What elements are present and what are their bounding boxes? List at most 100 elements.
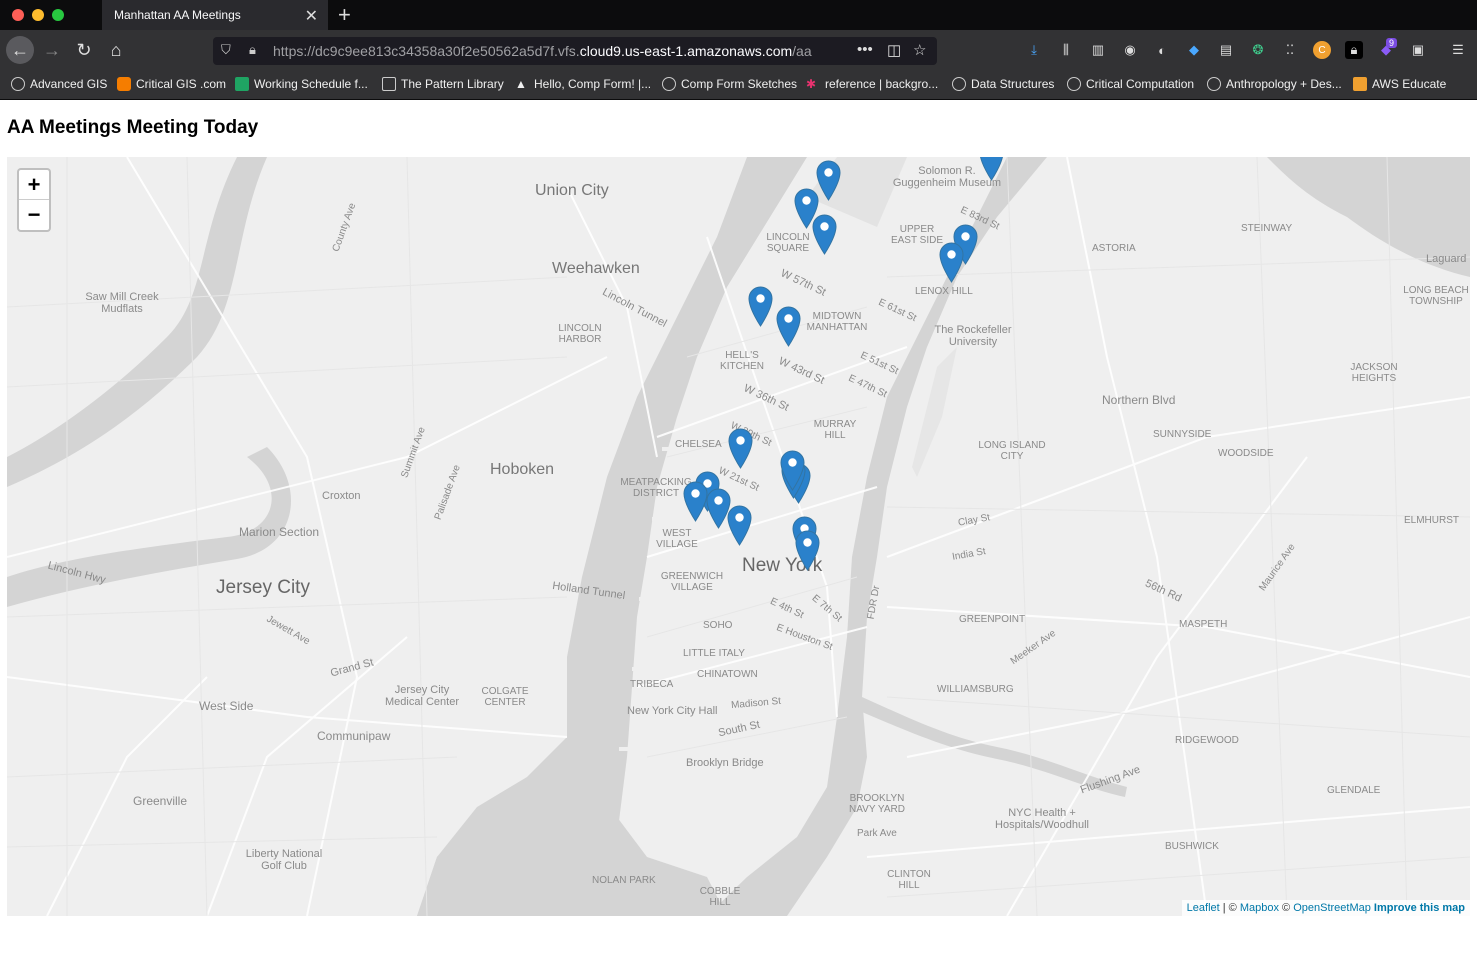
meeting-marker[interactable] — [795, 530, 820, 571]
bookmark-item[interactable]: ✱ reference | backgro... — [806, 77, 938, 91]
bookmark-item[interactable]: Anthropology + Des... — [1207, 77, 1342, 91]
bookmark-item[interactable]: ▲ Hello, Comp Form! |... — [515, 77, 651, 91]
mapbox-link[interactable]: Mapbox — [1240, 902, 1279, 914]
page-actions-icon[interactable]: ••• — [857, 41, 873, 58]
dots-extension-icon[interactable]: ⁚⁚ — [1281, 41, 1299, 59]
map-pin-icon — [728, 428, 753, 469]
map-pin-icon — [816, 160, 841, 201]
lock-extension-icon[interactable]: 🔒︎ — [1345, 41, 1363, 59]
image-extension-icon[interactable]: ▣ — [1409, 41, 1427, 59]
meeting-marker[interactable] — [776, 306, 801, 347]
map-container[interactable]: Union City Weehawken Hoboken Jersey City… — [7, 157, 1470, 916]
green-extension-icon[interactable]: ❂ — [1249, 41, 1267, 59]
triangle-icon: ▲ — [515, 77, 527, 91]
zoom-in-button[interactable]: + — [19, 170, 49, 200]
map-label: MEATPACKING DISTRICT — [620, 477, 692, 499]
active-tab[interactable]: Manhattan AA Meetings ✕ — [102, 0, 328, 30]
address-bar[interactable]: ⛉ 🔒︎ https://dc9c9ee813c34358a30f2e50562… — [213, 37, 937, 65]
map-label: Northern Blvd — [1102, 393, 1176, 407]
map-label: Liberty National Golf Club — [245, 848, 323, 872]
map-label: STEINWAY — [1241, 223, 1293, 234]
map-label: NOLAN PARK — [592, 875, 656, 886]
map-label: HELL'S KITCHEN — [720, 350, 764, 372]
meeting-marker[interactable] — [683, 481, 708, 522]
star-icon: ✱ — [806, 77, 817, 91]
meeting-marker[interactable] — [728, 428, 753, 469]
bookmark-item[interactable]: Comp Form Sketches — [662, 77, 797, 91]
home-button[interactable]: ⌂ — [104, 38, 128, 62]
map-label: BROOKLYN NAVY YARD — [849, 793, 905, 815]
page-title: AA Meetings Meeting Today — [7, 117, 259, 138]
map-label: UPPER EAST SIDE — [890, 224, 944, 246]
close-tab-icon[interactable]: ✕ — [305, 6, 318, 26]
bookmark-item[interactable]: The Pattern Library — [382, 77, 504, 91]
bookmark-item[interactable]: Critical GIS .com — [117, 77, 226, 91]
library-icon[interactable]: ⫼ — [1057, 41, 1075, 59]
meeting-marker[interactable] — [727, 505, 752, 546]
menu-icon[interactable]: ☰ — [1449, 41, 1467, 59]
new-tab-button[interactable]: + — [338, 2, 351, 28]
meeting-marker[interactable] — [748, 286, 773, 327]
map-label: MURRAY HILL — [813, 419, 857, 441]
map-label: CLINTON HILL — [887, 869, 931, 891]
meeting-marker[interactable] — [780, 450, 805, 491]
bookmark-item[interactable]: Working Schedule f... — [235, 77, 368, 91]
box-icon — [1353, 77, 1367, 91]
map-pin-icon — [683, 481, 708, 522]
tab-title: Manhattan AA Meetings — [114, 8, 241, 22]
pocket-icon[interactable]: ◫ — [887, 41, 901, 59]
map-label: Saw Mill Creek Mudflats — [85, 291, 159, 315]
bookmark-item[interactable]: Advanced GIS — [11, 77, 107, 91]
extension-icon[interactable]: ◐ — [1153, 41, 1171, 59]
map-pin-icon — [795, 530, 820, 571]
osm-link[interactable]: OpenStreetMap — [1293, 902, 1371, 914]
meeting-marker[interactable] — [812, 214, 837, 255]
bookmark-item[interactable]: Critical Computation — [1067, 77, 1194, 91]
account-icon[interactable]: ◉ — [1121, 41, 1139, 59]
map-pin-icon — [812, 214, 837, 255]
gem-extension-icon[interactable]: ◆ — [1185, 41, 1203, 59]
extension-badge: 9 — [1386, 38, 1398, 48]
bookmark-item[interactable]: Data Structures — [952, 77, 1054, 91]
bookmark-item[interactable]: AWS Educate — [1353, 77, 1446, 91]
lock-icon[interactable]: 🔒︎ — [249, 42, 256, 58]
bookmark-star-icon[interactable]: ☆ — [913, 41, 926, 59]
globe-icon — [662, 77, 676, 91]
map-label: WILLIAMSBURG — [937, 684, 1014, 695]
sidebar-icon[interactable]: ▥ — [1089, 41, 1107, 59]
improve-map-link[interactable]: Improve this map — [1374, 902, 1465, 914]
meeting-marker[interactable] — [816, 160, 841, 201]
forward-button[interactable]: → — [40, 38, 64, 62]
github-icon — [952, 77, 966, 91]
download-icon[interactable]: ⤓ — [1025, 41, 1043, 59]
map-label: Croxton — [322, 490, 361, 502]
map-label: MASPETH — [1179, 619, 1228, 630]
map-label: WEST VILLAGE — [656, 528, 698, 550]
c-extension-icon[interactable]: C — [1313, 41, 1331, 59]
leaflet-link[interactable]: Leaflet — [1187, 902, 1220, 914]
browser-tab-bar: Manhattan AA Meetings ✕ + — [0, 0, 1477, 30]
map-pin-icon — [727, 505, 752, 546]
map-label: COBBLE HILL — [699, 886, 741, 908]
meeting-marker[interactable] — [979, 157, 1004, 181]
map-pin-icon — [939, 242, 964, 283]
shield-icon[interactable]: ⛉ — [221, 42, 231, 58]
map-label: GREENPOINT — [959, 614, 1026, 625]
map-label: LINCOLN HARBOR — [558, 323, 602, 345]
maximize-window-button[interactable] — [52, 9, 64, 21]
minimize-window-button[interactable] — [32, 9, 44, 21]
reload-button[interactable]: ↻ — [72, 38, 96, 62]
globe-icon — [1067, 77, 1081, 91]
grid-icon — [382, 77, 396, 91]
close-window-button[interactable] — [12, 9, 24, 21]
map-label: LONG ISLAND CITY — [978, 440, 1046, 462]
document-extension-icon[interactable]: ▤ — [1217, 41, 1235, 59]
map-label: SOHO — [703, 620, 733, 631]
map-label: Brooklyn Bridge — [686, 757, 764, 769]
map-label: Communipaw — [317, 729, 391, 743]
meeting-marker[interactable] — [939, 242, 964, 283]
globe-icon — [11, 77, 25, 91]
back-button[interactable]: ← — [6, 36, 34, 64]
navigation-toolbar: ← → ↻ ⌂ ⛉ 🔒︎ https://dc9c9ee813c34358a30… — [0, 30, 1477, 70]
zoom-out-button[interactable]: − — [19, 200, 49, 230]
